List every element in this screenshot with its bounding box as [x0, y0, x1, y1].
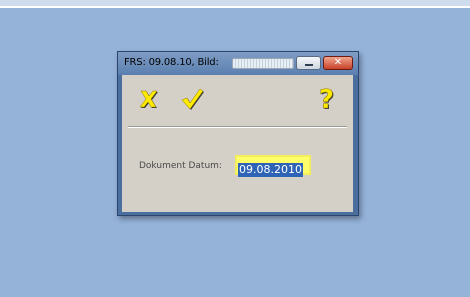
- minimize-icon: [305, 64, 313, 66]
- dialog-window: FRS: 09.08.10, Bild: ✕ ? ? Dokument Datu…: [117, 51, 359, 216]
- minimize-button[interactable]: [296, 56, 321, 70]
- titlebar[interactable]: FRS: 09.08.10, Bild: ✕: [118, 52, 358, 75]
- close-button[interactable]: ✕: [323, 56, 353, 70]
- checkmark-icon: [181, 88, 204, 110]
- svg-text:?: ?: [319, 85, 334, 113]
- top-line: [0, 6, 470, 8]
- question-icon: ? ?: [319, 85, 335, 113]
- dialog-client-area: ? ? Dokument Datum: 09.08.2010: [122, 75, 353, 212]
- document-date-input[interactable]: 09.08.2010: [235, 155, 311, 177]
- document-date-label: Dokument Datum:: [139, 161, 222, 171]
- toolbar-separator: [128, 126, 347, 128]
- ok-button[interactable]: [178, 85, 206, 113]
- cancel-button[interactable]: [134, 85, 162, 113]
- x-icon: [139, 90, 158, 108]
- document-date-value: 09.08.2010: [238, 163, 303, 177]
- help-button[interactable]: ? ?: [314, 85, 342, 113]
- close-icon: ✕: [333, 57, 343, 68]
- title-progress-bar: [232, 58, 294, 69]
- window-title: FRS: 09.08.10, Bild:: [124, 57, 219, 68]
